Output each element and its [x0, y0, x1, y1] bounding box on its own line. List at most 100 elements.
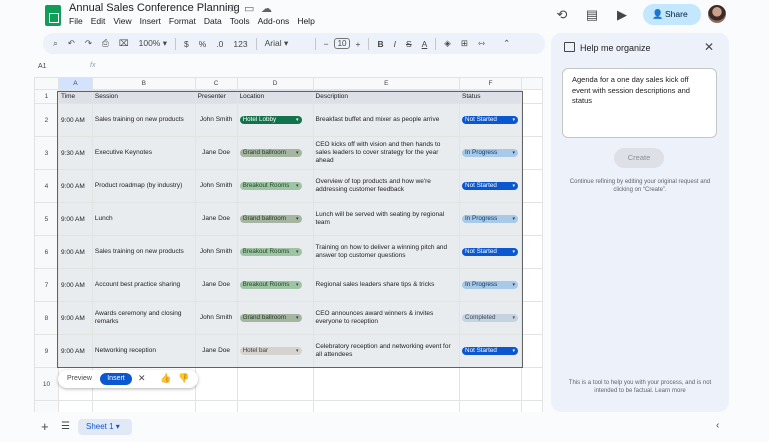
description-cell[interactable]: Breakfast buffet and mixer as people arr… — [312, 103, 461, 137]
location-cell[interactable]: Hotel bar ▾ — [236, 334, 314, 368]
undo-icon[interactable]: ↶ — [63, 38, 80, 49]
search-menus-icon[interactable]: ⌕ — [43, 38, 63, 49]
time-cell[interactable]: 9:00 AM — [57, 103, 93, 137]
status-cell[interactable]: Not Started ▾ — [459, 103, 523, 137]
time-cell[interactable]: 9:30 AM — [57, 136, 93, 170]
empty-cell[interactable] — [194, 400, 238, 412]
column-header[interactable]: A — [57, 77, 93, 90]
session-cell[interactable]: Sales training on new products — [91, 103, 196, 137]
version-history-icon[interactable]: ⟲ — [554, 7, 570, 23]
print-icon[interactable]: ⎙ — [97, 38, 114, 49]
empty-cell[interactable] — [521, 268, 543, 302]
time-cell[interactable]: 9:00 AM — [57, 268, 93, 302]
empty-cell[interactable] — [521, 103, 543, 137]
paint-format-icon[interactable]: ⌧ — [114, 38, 134, 49]
location-chip[interactable]: Breakout Rooms ▾ — [239, 281, 302, 289]
presenter-cell[interactable]: Jane Doe — [194, 202, 238, 236]
status-chip[interactable]: Not Started ▾ — [462, 182, 519, 190]
menu-data[interactable]: Data — [204, 16, 222, 26]
sheets-logo[interactable] — [45, 5, 61, 26]
description-cell[interactable]: CEO kicks off with vision and then hands… — [312, 136, 461, 170]
decrease-font-size-button[interactable]: − — [319, 39, 334, 49]
row-number[interactable]: 9 — [34, 334, 59, 368]
empty-cell[interactable] — [194, 367, 238, 401]
location-cell[interactable]: Grand ballroom ▾ — [236, 136, 314, 170]
location-chip[interactable]: Grand ballroom ▾ — [239, 215, 302, 223]
menu-help[interactable]: Help — [297, 16, 314, 26]
zoom-select[interactable]: 100% ▾ — [134, 38, 172, 49]
font-size-input[interactable]: 10 — [333, 38, 351, 49]
session-cell[interactable]: Account best practice sharing — [91, 268, 196, 302]
status-chip[interactable]: Not Started ▾ — [462, 347, 519, 355]
row-number[interactable]: 11 — [34, 400, 59, 412]
empty-cell[interactable] — [236, 367, 314, 401]
status-chip[interactable]: In Progress ▾ — [462, 281, 519, 289]
header-cell[interactable]: Session — [91, 89, 196, 104]
empty-cell[interactable] — [521, 89, 543, 104]
status-chip[interactable]: In Progress ▾ — [462, 149, 519, 157]
text-color-button[interactable]: A — [417, 39, 433, 49]
session-cell[interactable]: Lunch — [91, 202, 196, 236]
description-cell[interactable]: Lunch will be served with seating by reg… — [312, 202, 461, 236]
menu-addons[interactable]: Add-ons — [258, 16, 290, 26]
presenter-cell[interactable]: John Smith — [194, 301, 238, 335]
currency-format-button[interactable]: $ — [179, 39, 194, 49]
presenter-cell[interactable]: Jane Doe — [194, 334, 238, 368]
empty-cell[interactable] — [91, 400, 196, 412]
location-chip[interactable]: Breakout Rooms ▾ — [239, 248, 302, 256]
session-cell[interactable]: Sales training on new products — [91, 235, 196, 269]
description-cell[interactable]: Celebratory reception and networking eve… — [312, 334, 461, 368]
menu-format[interactable]: Format — [169, 16, 196, 26]
location-cell[interactable]: Grand ballroom ▾ — [236, 202, 314, 236]
status-chip[interactable]: Completed ▾ — [462, 314, 519, 322]
share-button[interactable]: 👤 Share — [643, 4, 701, 25]
presenter-cell[interactable]: Jane Doe — [194, 136, 238, 170]
header-cell[interactable]: Status — [459, 89, 523, 104]
column-header[interactable]: F — [459, 77, 523, 90]
redo-icon[interactable]: ↷ — [80, 38, 97, 49]
row-number[interactable]: 4 — [34, 169, 59, 203]
description-cell[interactable]: Overview of top products and how we're a… — [312, 169, 461, 203]
header-cell[interactable]: Time — [57, 89, 93, 104]
row-number[interactable]: 10 — [34, 367, 59, 401]
add-sheet-icon[interactable]: + — [41, 419, 49, 434]
menu-edit[interactable]: Edit — [91, 16, 106, 26]
empty-cell[interactable] — [521, 400, 543, 412]
document-title[interactable]: Annual Sales Conference Planning — [69, 2, 240, 14]
meet-icon[interactable]: ▶ — [614, 7, 630, 23]
presenter-cell[interactable]: John Smith — [194, 103, 238, 137]
avatar[interactable] — [708, 5, 726, 23]
status-chip[interactable]: In Progress ▾ — [462, 215, 519, 223]
empty-cell[interactable] — [312, 367, 461, 401]
thumbs-down-icon[interactable]: 👎 — [178, 373, 189, 384]
description-cell[interactable]: CEO announces award winners & invites ev… — [312, 301, 461, 335]
status-cell[interactable]: Not Started ▾ — [459, 235, 523, 269]
header-cell[interactable]: Presenter — [194, 89, 238, 104]
menu-view[interactable]: View — [113, 16, 131, 26]
increase-font-size-button[interactable]: + — [350, 39, 365, 49]
status-cell[interactable]: In Progress ▾ — [459, 268, 523, 302]
column-header[interactable]: B — [91, 77, 196, 90]
status-chip[interactable]: Not Started ▾ — [462, 116, 519, 124]
time-cell[interactable]: 9:00 AM — [57, 301, 93, 335]
insert-button[interactable]: Insert — [100, 373, 132, 385]
empty-cell[interactable] — [521, 334, 543, 368]
header-cell[interactable]: Location — [236, 89, 314, 104]
empty-cell[interactable] — [236, 400, 314, 412]
empty-cell[interactable] — [521, 235, 543, 269]
location-cell[interactable]: Breakout Rooms ▾ — [236, 268, 314, 302]
decrease-decimal-button[interactable]: .0 — [211, 39, 228, 49]
time-cell[interactable]: 9:00 AM — [57, 169, 93, 203]
merge-cells-icon[interactable]: ⇿ — [473, 38, 490, 49]
italic-button[interactable]: I — [389, 39, 401, 49]
star-icon[interactable]: ☆ — [228, 2, 238, 15]
empty-cell[interactable] — [521, 367, 543, 401]
column-header[interactable]: C — [194, 77, 238, 90]
location-cell[interactable]: Grand ballroom ▾ — [236, 301, 314, 335]
location-cell[interactable]: Breakout Rooms ▾ — [236, 169, 314, 203]
collapse-panel-icon[interactable]: ‹ — [716, 420, 719, 431]
menu-insert[interactable]: Insert — [140, 16, 161, 26]
location-chip[interactable]: Grand ballroom ▾ — [239, 149, 302, 157]
presenter-cell[interactable]: John Smith — [194, 169, 238, 203]
all-sheets-icon[interactable]: ☰ — [61, 421, 70, 432]
